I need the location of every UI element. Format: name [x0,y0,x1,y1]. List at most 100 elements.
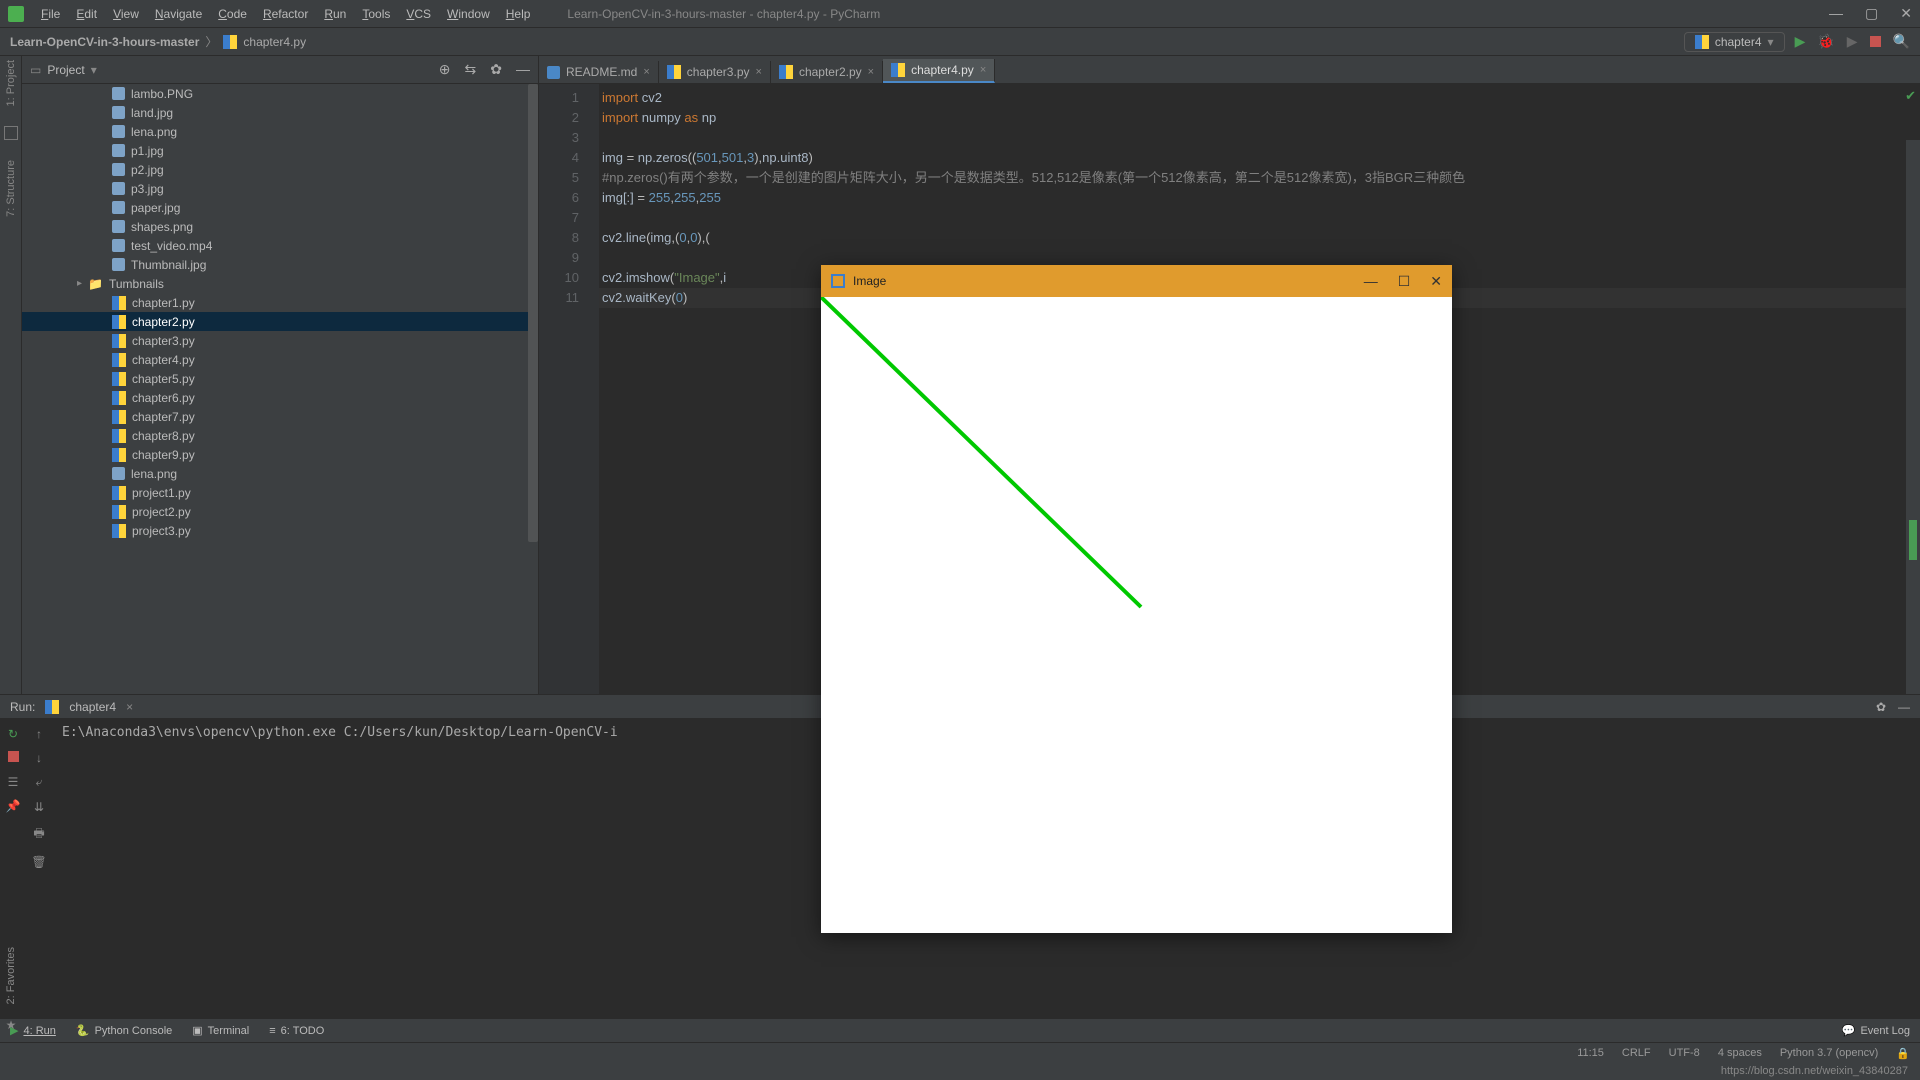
tree-item-thumbnail-jpg[interactable]: Thumbnail.jpg [22,255,538,274]
menu-view[interactable]: View [106,5,146,23]
tree-item-chapter2-py[interactable]: chapter2.py [22,312,538,331]
tree-item-tumbnails[interactable]: ▸📁Tumbnails [22,274,538,293]
up-icon[interactable]: ↑ [36,727,42,741]
tree-item-land-jpg[interactable]: land.jpg [22,103,538,122]
tree-item-test_video-mp4[interactable]: test_video.mp4 [22,236,538,255]
tree-item-chapter5-py[interactable]: chapter5.py [22,369,538,388]
print-icon[interactable]: 🖶 [33,824,44,845]
run-tab-name[interactable]: chapter4 [69,700,116,714]
down-icon[interactable]: ↓ [36,751,42,765]
menu-run[interactable]: Run [317,5,353,23]
coverage-button[interactable]: ▶ [1847,33,1858,50]
right-marker-bar[interactable] [1906,140,1920,694]
scroll-icon[interactable]: ⇊ [34,800,44,814]
tool-structure[interactable]: 7: Structure [5,160,17,217]
tree-item-p1-jpg[interactable]: p1.jpg [22,141,538,160]
chevron-down-icon[interactable]: ▾ [91,63,97,77]
close-icon[interactable]: × [756,66,762,78]
image-window-titlebar[interactable]: Image — ☐ ✕ [821,265,1452,297]
scrollbar[interactable] [528,84,538,542]
menu-refactor[interactable]: Refactor [256,5,315,23]
tree-item-chapter7-py[interactable]: chapter7.py [22,407,538,426]
tree-item-p2-jpg[interactable]: p2.jpg [22,160,538,179]
project-tree[interactable]: lambo.PNGland.jpglena.pngp1.jpgp2.jpgp3.… [22,84,538,694]
tool-event-log[interactable]: 💬 Event Log [1842,1024,1910,1037]
tree-item-lena-png[interactable]: lena.png [22,122,538,141]
indent[interactable]: 4 spaces [1718,1047,1762,1060]
tree-item-chapter1-py[interactable]: chapter1.py [22,293,538,312]
tree-item-shapes-png[interactable]: shapes.png [22,217,538,236]
trash-icon[interactable]: 🗑 [31,855,46,869]
tool-project[interactable]: 1: Project [5,60,17,106]
tab-readme-md[interactable]: README.md× [539,61,659,83]
minimize-button[interactable]: — [1829,5,1843,22]
opencv-image-window[interactable]: Image — ☐ ✕ [821,265,1452,933]
tree-item-project1-py[interactable]: project1.py [22,483,538,502]
close-button[interactable]: ✕ [1900,5,1912,22]
img-maximize-button[interactable]: ☐ [1398,273,1411,290]
close-icon[interactable]: × [868,66,874,78]
close-icon[interactable]: × [980,64,986,76]
tool-favorites[interactable]: 2: Favorites [5,947,17,1004]
tab-chapter3-py[interactable]: chapter3.py× [659,61,771,83]
tree-item-project3-py[interactable]: project3.py [22,521,538,540]
inspection-ok-icon[interactable]: ✔ [1905,88,1916,104]
project-title[interactable]: Project [47,63,84,77]
close-tab-icon[interactable]: × [126,700,133,714]
debug-button[interactable]: 🐞 [1817,33,1834,50]
menu-code[interactable]: Code [211,5,254,23]
layout-icon[interactable]: ☰ [8,775,19,789]
tree-item-p3-jpg[interactable]: p3.jpg [22,179,538,198]
close-icon[interactable]: × [643,66,649,78]
menu-navigate[interactable]: Navigate [148,5,209,23]
breadcrumb-file[interactable]: chapter4.py [243,35,306,49]
menu-tools[interactable]: Tools [355,5,397,23]
tree-item-chapter3-py[interactable]: chapter3.py [22,331,538,350]
pin-icon[interactable]: 📌 [6,799,21,813]
menu-edit[interactable]: Edit [69,5,104,23]
run-config-selector[interactable]: chapter4 ▾ [1684,32,1785,52]
menu-file[interactable]: File [34,5,67,23]
run-settings-icon[interactable]: ✿ [1876,700,1886,714]
tool-python-console[interactable]: 🐍 Python Console [76,1024,172,1037]
maximize-button[interactable]: ▢ [1865,5,1878,22]
line-sep[interactable]: CRLF [1622,1047,1651,1060]
tree-item-chapter4-py[interactable]: chapter4.py [22,350,538,369]
left-tool-strip: 1: Project 7: Structure [0,56,22,694]
rerun-button[interactable]: ↻ [8,727,18,741]
hide-icon[interactable]: — [516,61,530,78]
tree-item-chapter8-py[interactable]: chapter8.py [22,426,538,445]
settings-icon[interactable]: ✿ [490,61,502,78]
tree-item-chapter6-py[interactable]: chapter6.py [22,388,538,407]
tool-terminal[interactable]: ▣ Terminal [192,1024,249,1037]
stop-run-button[interactable] [8,751,19,765]
tree-item-project2-py[interactable]: project2.py [22,502,538,521]
locate-icon[interactable]: ⊕ [439,61,451,78]
marker[interactable] [1909,520,1917,560]
run-hide-icon[interactable]: — [1898,700,1910,714]
lock-icon[interactable]: 🔒 [1896,1047,1910,1060]
img-close-button[interactable]: ✕ [1430,273,1442,290]
img-minimize-button[interactable]: — [1364,273,1378,290]
python-interpreter[interactable]: Python 3.7 (opencv) [1780,1047,1878,1060]
stop-button[interactable] [1870,34,1881,50]
breadcrumb-root[interactable]: Learn-OpenCV-in-3-hours-master [10,35,199,49]
tree-item-lena-png[interactable]: lena.png [22,464,538,483]
tool-todo[interactable]: ≡ 6: TODO [269,1025,324,1037]
menu-help[interactable]: Help [499,5,538,23]
tab-chapter2-py[interactable]: chapter2.py× [771,61,883,83]
menu-vcs[interactable]: VCS [399,5,438,23]
tree-item-paper-jpg[interactable]: paper.jpg [22,198,538,217]
tab-chapter4-py[interactable]: chapter4.py× [883,59,995,83]
tree-item-chapter9-py[interactable]: chapter9.py [22,445,538,464]
caret-position[interactable]: 11:15 [1577,1047,1604,1060]
encoding[interactable]: UTF-8 [1669,1047,1700,1060]
collapse-icon[interactable]: ⇆ [465,61,477,78]
tree-item-lambo-png[interactable]: lambo.PNG [22,84,538,103]
star-icon[interactable]: ★ [6,1018,17,1032]
menu-window[interactable]: Window [440,5,497,23]
search-button[interactable]: 🔍 [1893,33,1910,50]
run-button[interactable]: ▶ [1795,33,1806,50]
bookmark-icon[interactable] [4,126,18,140]
wrap-icon[interactable]: ⤶ [36,775,43,790]
